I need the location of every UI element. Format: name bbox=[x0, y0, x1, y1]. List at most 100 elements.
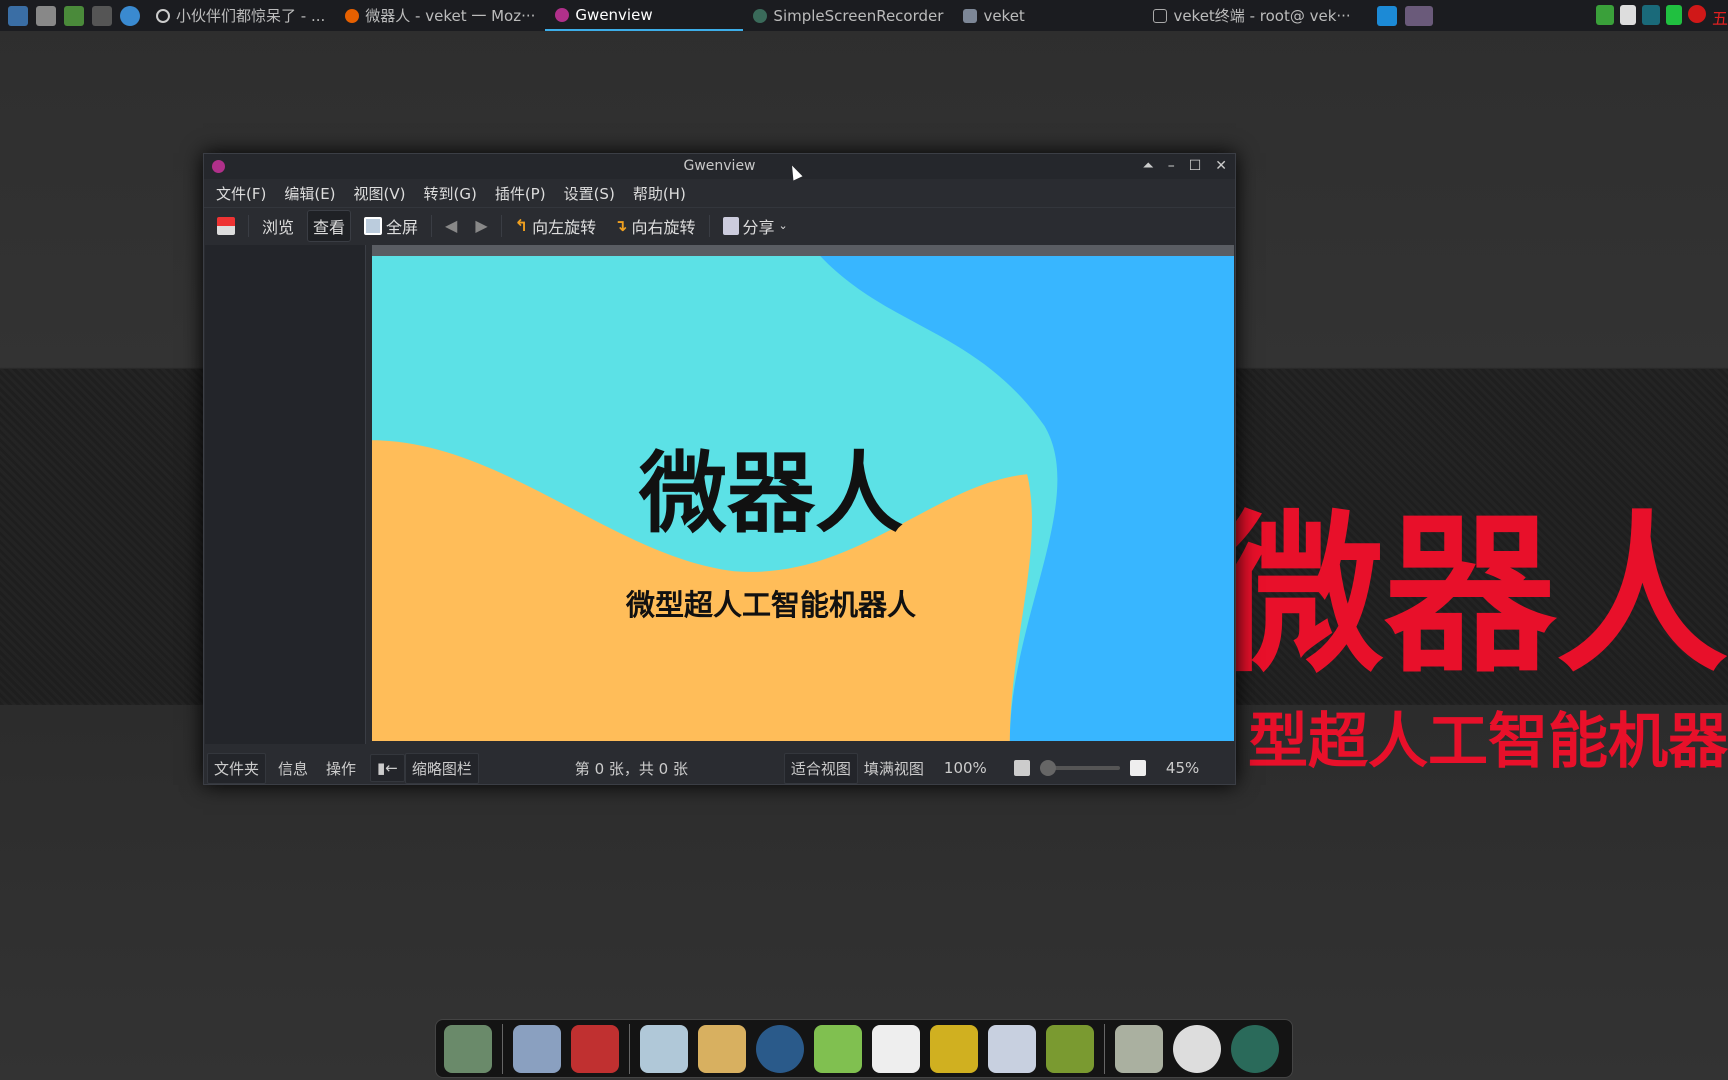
task-item[interactable]: veket bbox=[953, 0, 1143, 31]
paint-icon[interactable] bbox=[698, 1024, 746, 1073]
browse-button[interactable]: 浏览 bbox=[257, 211, 299, 241]
minimize-icon[interactable]: – bbox=[1168, 154, 1175, 179]
fill-view-button[interactable]: 填满视图 bbox=[858, 754, 930, 783]
terminal-launcher-icon[interactable] bbox=[92, 5, 112, 26]
zoom-100-button[interactable]: 100% bbox=[938, 755, 1004, 781]
menu-view[interactable]: 视图(V) bbox=[354, 183, 406, 204]
chart-app-icon[interactable] bbox=[988, 1024, 1036, 1073]
task-item[interactable]: veket终端 - root@ vek··· bbox=[1143, 0, 1373, 31]
fullscreen-label: 全屏 bbox=[386, 217, 419, 237]
zoom-out-icon[interactable] bbox=[1013, 760, 1030, 776]
image-subtitle: 微型超人工智能机器人 bbox=[625, 588, 916, 622]
view-button[interactable]: 查看 bbox=[307, 209, 352, 242]
notebook-icon[interactable] bbox=[930, 1024, 978, 1073]
sidebar bbox=[205, 245, 366, 744]
system-monitor-icon[interactable] bbox=[8, 5, 28, 26]
task-item-active[interactable]: Gwenview bbox=[545, 0, 744, 31]
computer-icon[interactable] bbox=[513, 1024, 561, 1073]
folder-icon bbox=[963, 8, 978, 23]
menu-settings[interactable]: 设置(S) bbox=[564, 183, 615, 204]
previous-button[interactable]: ◀ bbox=[440, 213, 462, 238]
close-icon[interactable]: ✕ bbox=[1215, 154, 1227, 179]
chevron-down-icon: ⌄ bbox=[778, 219, 788, 232]
desktop-subtitle: 型超人工智能机器 bbox=[1248, 707, 1728, 777]
pager-icon[interactable] bbox=[1377, 5, 1398, 26]
fullscreen-button[interactable]: 全屏 bbox=[359, 211, 423, 241]
keep-above-icon[interactable]: ⏶ bbox=[1143, 154, 1154, 179]
gwenview-icon bbox=[555, 7, 570, 22]
play-icon[interactable] bbox=[64, 5, 84, 26]
status-bar: 文件夹 信息 操作 ▮← 缩略图栏 第 0 张，共 0 张 适合视图 填满视图 … bbox=[204, 752, 1235, 784]
dock bbox=[435, 1019, 1293, 1078]
zoom-slider[interactable] bbox=[1039, 760, 1120, 776]
title-bar: Gwenview ⏶ – ☐ ✕ bbox=[204, 154, 1235, 179]
firefox-icon bbox=[345, 8, 360, 23]
window-title: Gwenview bbox=[683, 158, 756, 174]
menu-bar: 文件(F) 编辑(E) 视图(V) 转到(G) 插件(P) 设置(S) 帮助(H… bbox=[204, 179, 1235, 207]
drive-icon[interactable] bbox=[1115, 1024, 1163, 1073]
home-icon bbox=[217, 216, 235, 235]
messenger-icon[interactable] bbox=[814, 1024, 862, 1073]
sidebar-tab-folders[interactable]: 文件夹 bbox=[207, 752, 267, 784]
app-icon[interactable] bbox=[212, 160, 225, 173]
record-icon[interactable] bbox=[1687, 5, 1706, 23]
squirrel-icon[interactable] bbox=[571, 1024, 619, 1073]
image-view[interactable]: 微器人 微型超人工智能机器人 bbox=[372, 256, 1234, 741]
menu-help[interactable]: 帮助(H) bbox=[633, 183, 686, 204]
rotate-left-icon: ↰ bbox=[514, 216, 529, 235]
help-icon[interactable] bbox=[1046, 1024, 1094, 1073]
input-method[interactable]: 五 bbox=[1712, 5, 1728, 29]
rotate-right-button[interactable]: ↴ 向右旋转 bbox=[609, 211, 700, 241]
shield-icon[interactable] bbox=[1595, 5, 1614, 25]
task-label: SimpleScreenRecorder bbox=[773, 6, 944, 25]
thumbnail-bar-button[interactable]: 缩略图栏 bbox=[404, 752, 479, 784]
task-item[interactable]: 微器人 - veket 一 Moz··· bbox=[335, 0, 545, 31]
taskbar: 小伙伴们都惊呆了 - ... 微器人 - veket 一 Moz··· Gwen… bbox=[0, 0, 1728, 31]
rotate-left-button[interactable]: ↰ 向左旋转 bbox=[510, 211, 601, 241]
rotate-right-label: 向右旋转 bbox=[631, 217, 696, 237]
menu-plugins[interactable]: 插件(P) bbox=[495, 183, 546, 204]
zoom-in-icon[interactable] bbox=[1129, 760, 1146, 776]
gwenview-pager-icon[interactable] bbox=[1405, 5, 1434, 26]
gwenview-window: Gwenview ⏶ – ☐ ✕ 文件(F) 编辑(E) 视图(V) 转到(G)… bbox=[203, 153, 1236, 785]
clipboard-icon[interactable] bbox=[1619, 5, 1636, 25]
rotate-right-icon: ↴ bbox=[614, 216, 628, 235]
audio-player-icon[interactable] bbox=[756, 1024, 804, 1073]
maximize-icon[interactable]: ☐ bbox=[1189, 154, 1202, 179]
brightness-icon[interactable] bbox=[1173, 1024, 1221, 1073]
menu-file[interactable]: 文件(F) bbox=[216, 183, 266, 204]
sidebar-tab-operations[interactable]: 操作 bbox=[320, 754, 362, 783]
settings-icon[interactable] bbox=[36, 5, 56, 26]
menu-go[interactable]: 转到(G) bbox=[424, 183, 477, 204]
circle-icon bbox=[156, 8, 170, 23]
globe-icon[interactable] bbox=[120, 5, 140, 26]
menu-edit[interactable]: 编辑(E) bbox=[284, 183, 335, 204]
network-icon[interactable] bbox=[1641, 5, 1660, 25]
terminal-icon bbox=[1153, 8, 1168, 23]
text-editor-icon[interactable] bbox=[640, 1024, 688, 1073]
toolbar: 浏览 查看 全屏 ◀ ▶ ↰ 向左旋转 ↴ 向右旋转 分享 ⌄ bbox=[204, 207, 1235, 243]
file-manager-icon[interactable] bbox=[444, 1024, 492, 1073]
share-icon bbox=[722, 216, 739, 235]
camera-icon[interactable] bbox=[1231, 1024, 1279, 1073]
home-button[interactable] bbox=[212, 214, 240, 238]
task-label: 微器人 - veket 一 Moz··· bbox=[365, 7, 536, 25]
arrow-left-icon: ◀ bbox=[445, 216, 458, 235]
sidebar-tab-info[interactable]: 信息 bbox=[272, 754, 314, 783]
fit-view-button[interactable]: 适合视图 bbox=[783, 752, 858, 784]
qq-penguin-icon[interactable] bbox=[872, 1024, 920, 1073]
task-label: 小伙伴们都惊呆了 - ... bbox=[176, 7, 326, 25]
rotate-left-label: 向左旋转 bbox=[532, 217, 597, 237]
task-item[interactable]: 小伙伴们都惊呆了 - ... bbox=[146, 0, 335, 31]
zoom-slider-handle[interactable] bbox=[1039, 760, 1056, 776]
desktop-title: 微器人 bbox=[1212, 495, 1728, 696]
arrow-right-icon: ▶ bbox=[475, 216, 488, 235]
thumbnail-strip bbox=[372, 245, 1234, 256]
task-label: veket终端 - root@ vek··· bbox=[1173, 7, 1351, 25]
toggle-sidebar-button[interactable]: ▮← bbox=[370, 754, 405, 782]
share-button[interactable]: 分享 ⌄ bbox=[718, 211, 793, 241]
battery-icon[interactable] bbox=[1665, 5, 1682, 25]
task-item[interactable]: SimpleScreenRecorder bbox=[743, 0, 953, 31]
task-label: veket bbox=[983, 6, 1025, 25]
next-button[interactable]: ▶ bbox=[470, 213, 492, 238]
